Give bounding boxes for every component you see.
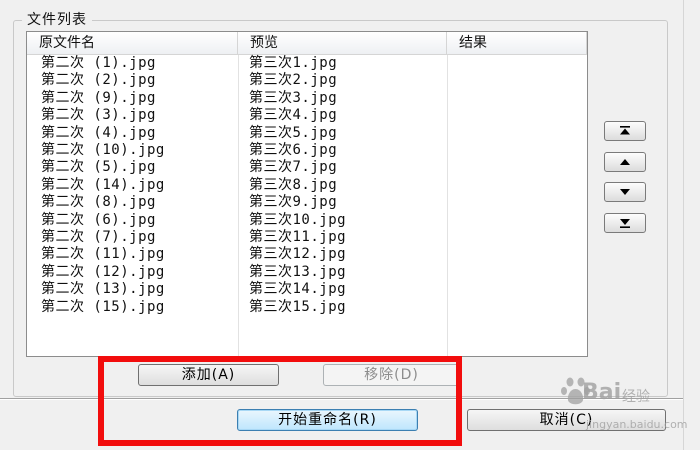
triangle-down-icon xyxy=(619,188,631,196)
file-list-view[interactable]: 原文件名 预览 结果 第二次 (1).jpg 第三次1.jpg 第二次 (2).jp… xyxy=(26,31,588,357)
watermark-url: jingyan.baidu.com xyxy=(586,418,688,431)
rename-dialog: 文件列表 原文件名 预览 结果 第二次 (1).jpg 第三次1.jpg 第二次 (… xyxy=(0,0,700,450)
preview-cell: 第三次4.jpg xyxy=(249,107,338,124)
original-name-cell: 第二次 (10).jpg xyxy=(41,142,165,158)
file-list-group-title: 文件列表 xyxy=(22,9,92,29)
move-bottom-button[interactable] xyxy=(604,213,646,233)
original-name-cell: 第二次 (9).jpg xyxy=(41,89,156,106)
preview-cell: 第三次2.jpg xyxy=(249,72,338,89)
preview-cell: 第三次5.jpg xyxy=(249,124,338,141)
table-row[interactable]: 第二次 (13).jpg 第三次14.jpg xyxy=(27,281,587,298)
original-name-cell: 第二次 (7).jpg xyxy=(41,229,156,245)
watermark-text: 经验 xyxy=(622,389,650,405)
table-row[interactable]: 第二次 (15).jpg 第三次15.jpg xyxy=(27,299,587,316)
table-row[interactable]: 第二次 (14).jpg 第三次8.jpg xyxy=(27,177,587,194)
original-name-cell: 第二次 (11).jpg xyxy=(41,246,165,263)
preview-cell: 第三次11.jpg xyxy=(249,229,347,245)
table-row[interactable]: 第二次 (5).jpg 第三次7.jpg xyxy=(27,159,587,176)
table-row[interactable]: 第二次 (3).jpg 第三次4.jpg xyxy=(27,107,587,124)
column-header-original-name[interactable]: 原文件名 xyxy=(27,32,238,54)
column-header-result[interactable]: 结果 xyxy=(447,32,587,54)
preview-cell: 第三次9.jpg xyxy=(249,194,338,211)
table-row[interactable]: 第二次 (1).jpg 第三次1.jpg xyxy=(27,55,587,72)
list-body: 第二次 (1).jpg 第三次1.jpg 第二次 (2).jpg 第三次2.jpg 第二… xyxy=(27,55,587,356)
table-row[interactable]: 第二次 (6).jpg 第三次10.jpg xyxy=(27,212,587,229)
preview-cell: 第三次15.jpg xyxy=(249,298,347,315)
preview-cell: 第三次10.jpg xyxy=(249,211,347,228)
move-to-top-icon xyxy=(619,126,631,136)
original-name-cell: 第二次 (12).jpg xyxy=(41,263,165,280)
annotation-highlight-box xyxy=(98,356,462,446)
triangle-up-icon xyxy=(619,158,631,166)
table-row[interactable]: 第二次 (4).jpg 第三次5.jpg xyxy=(27,125,587,142)
preview-cell: 第三次7.jpg xyxy=(249,159,338,176)
table-row[interactable]: 第二次 (7).jpg 第三次11.jpg xyxy=(27,229,587,246)
move-top-button[interactable] xyxy=(604,121,646,141)
watermark-brand: Bai xyxy=(582,380,622,405)
original-name-cell: 第二次 (5).jpg xyxy=(41,159,156,176)
preview-cell: 第三次8.jpg xyxy=(249,176,338,193)
original-name-cell: 第二次 (14).jpg xyxy=(41,176,165,193)
preview-cell: 第三次6.jpg xyxy=(249,142,338,158)
original-name-cell: 第二次 (13).jpg xyxy=(41,281,165,298)
original-name-cell: 第二次 (6).jpg xyxy=(41,211,156,228)
move-up-button[interactable] xyxy=(604,152,646,172)
original-name-cell: 第二次 (15).jpg xyxy=(41,298,165,315)
original-name-cell: 第二次 (1).jpg xyxy=(41,55,156,71)
window-edge xyxy=(683,0,700,450)
preview-cell: 第三次14.jpg xyxy=(249,281,347,298)
watermark: Bai 经验 jingyan.baidu.com xyxy=(560,372,688,434)
preview-cell: 第三次13.jpg xyxy=(249,263,347,280)
original-name-cell: 第二次 (3).jpg xyxy=(41,107,156,124)
table-row[interactable]: 第二次 (11).jpg 第三次12.jpg xyxy=(27,246,587,263)
original-name-cell: 第二次 (2).jpg xyxy=(41,72,156,89)
preview-cell: 第三次1.jpg xyxy=(249,55,338,71)
preview-cell: 第三次3.jpg xyxy=(249,89,338,106)
column-header-preview[interactable]: 预览 xyxy=(238,32,447,54)
move-to-bottom-icon xyxy=(619,218,631,228)
table-row[interactable]: 第二次 (2).jpg 第三次2.jpg xyxy=(27,72,587,89)
table-row[interactable]: 第二次 (12).jpg 第三次13.jpg xyxy=(27,264,587,281)
list-header: 原文件名 预览 结果 xyxy=(27,32,587,55)
move-down-button[interactable] xyxy=(604,182,646,202)
table-row[interactable]: 第二次 (8).jpg 第三次9.jpg xyxy=(27,194,587,211)
table-row[interactable]: 第二次 (9).jpg 第三次3.jpg xyxy=(27,90,587,107)
table-row[interactable]: 第二次 (10).jpg 第三次6.jpg xyxy=(27,142,587,159)
original-name-cell: 第二次 (8).jpg xyxy=(41,194,156,211)
original-name-cell: 第二次 (4).jpg xyxy=(41,124,156,141)
preview-cell: 第三次12.jpg xyxy=(249,246,347,263)
